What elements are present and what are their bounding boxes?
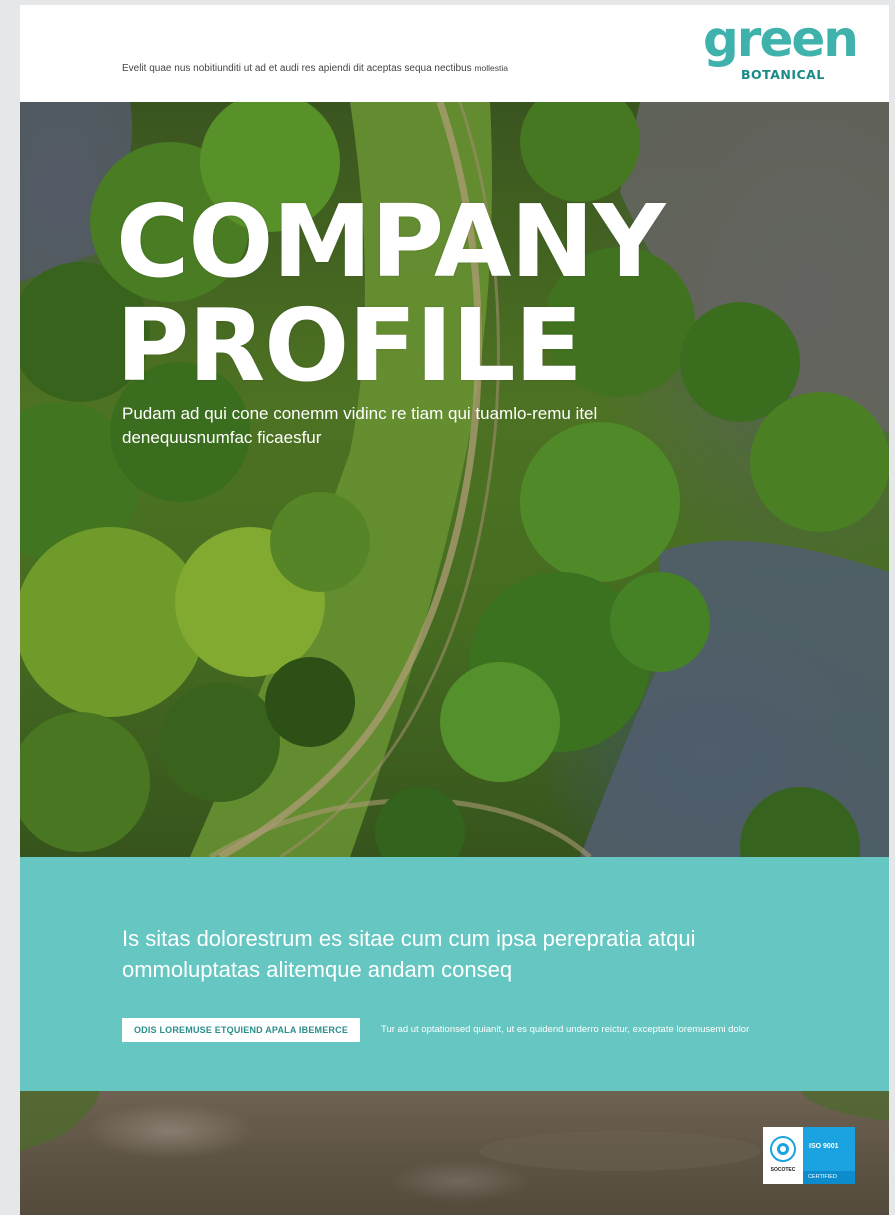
tagline-main: Evelit quae nus nobitiunditi ut ad et au…: [122, 63, 472, 74]
brochure-page: Evelit quae nus nobitiunditi ut ad et au…: [20, 5, 889, 1215]
band-headline: Is sitas dolorestrum es sitae cum cum ip…: [122, 926, 696, 982]
iso-certification-badge: SOCOTEC ISO 9001 CERTIFIED: [763, 1127, 855, 1184]
water-reflection-image: [20, 1091, 889, 1171]
hero-aerial-photo: COMPANY PROFILE Pudam ad qui cone conemm…: [20, 102, 889, 857]
green-botanical-logo: green BOTANICAL: [700, 10, 860, 87]
hero-title-line2: PROFILE: [116, 287, 583, 404]
cta-button[interactable]: ODIS LOREMUSE ETQUIEND APALA IBEMERCE: [122, 1018, 360, 1042]
hero-title-line1: COMPANY: [116, 183, 666, 300]
cert-status: CERTIFIED: [803, 1171, 855, 1184]
cert-issuer: SOCOTEC: [770, 1167, 796, 1173]
page-header: Evelit quae nus nobitiunditi ut ad et au…: [20, 5, 889, 102]
bottom-water-photo: SOCOTEC ISO 9001 CERTIFIED: [20, 1091, 889, 1215]
socotec-mark: SOCOTEC: [763, 1127, 803, 1184]
cert-label-panel: ISO 9001 CERTIFIED: [803, 1127, 855, 1184]
logo-subtitle: BOTANICAL: [741, 67, 825, 82]
hero-title: COMPANY PROFILE: [116, 183, 666, 404]
teal-info-band: Is sitas dolorestrum es sitae cum cum ip…: [20, 857, 889, 1091]
hero-subtitle: Pudam ad qui cone conemm vidinc re tiam …: [122, 404, 598, 447]
header-tagline: Evelit quae nus nobitiunditi ut ad et au…: [122, 63, 508, 74]
tagline-small: mollestia: [474, 63, 509, 73]
logo-wordmark: green: [703, 10, 859, 68]
socotec-logo-icon: [770, 1136, 796, 1162]
band-note: Tur ad ut optationsed quianit, ut es qui…: [381, 1024, 750, 1035]
cert-standard: ISO 9001: [809, 1143, 839, 1150]
